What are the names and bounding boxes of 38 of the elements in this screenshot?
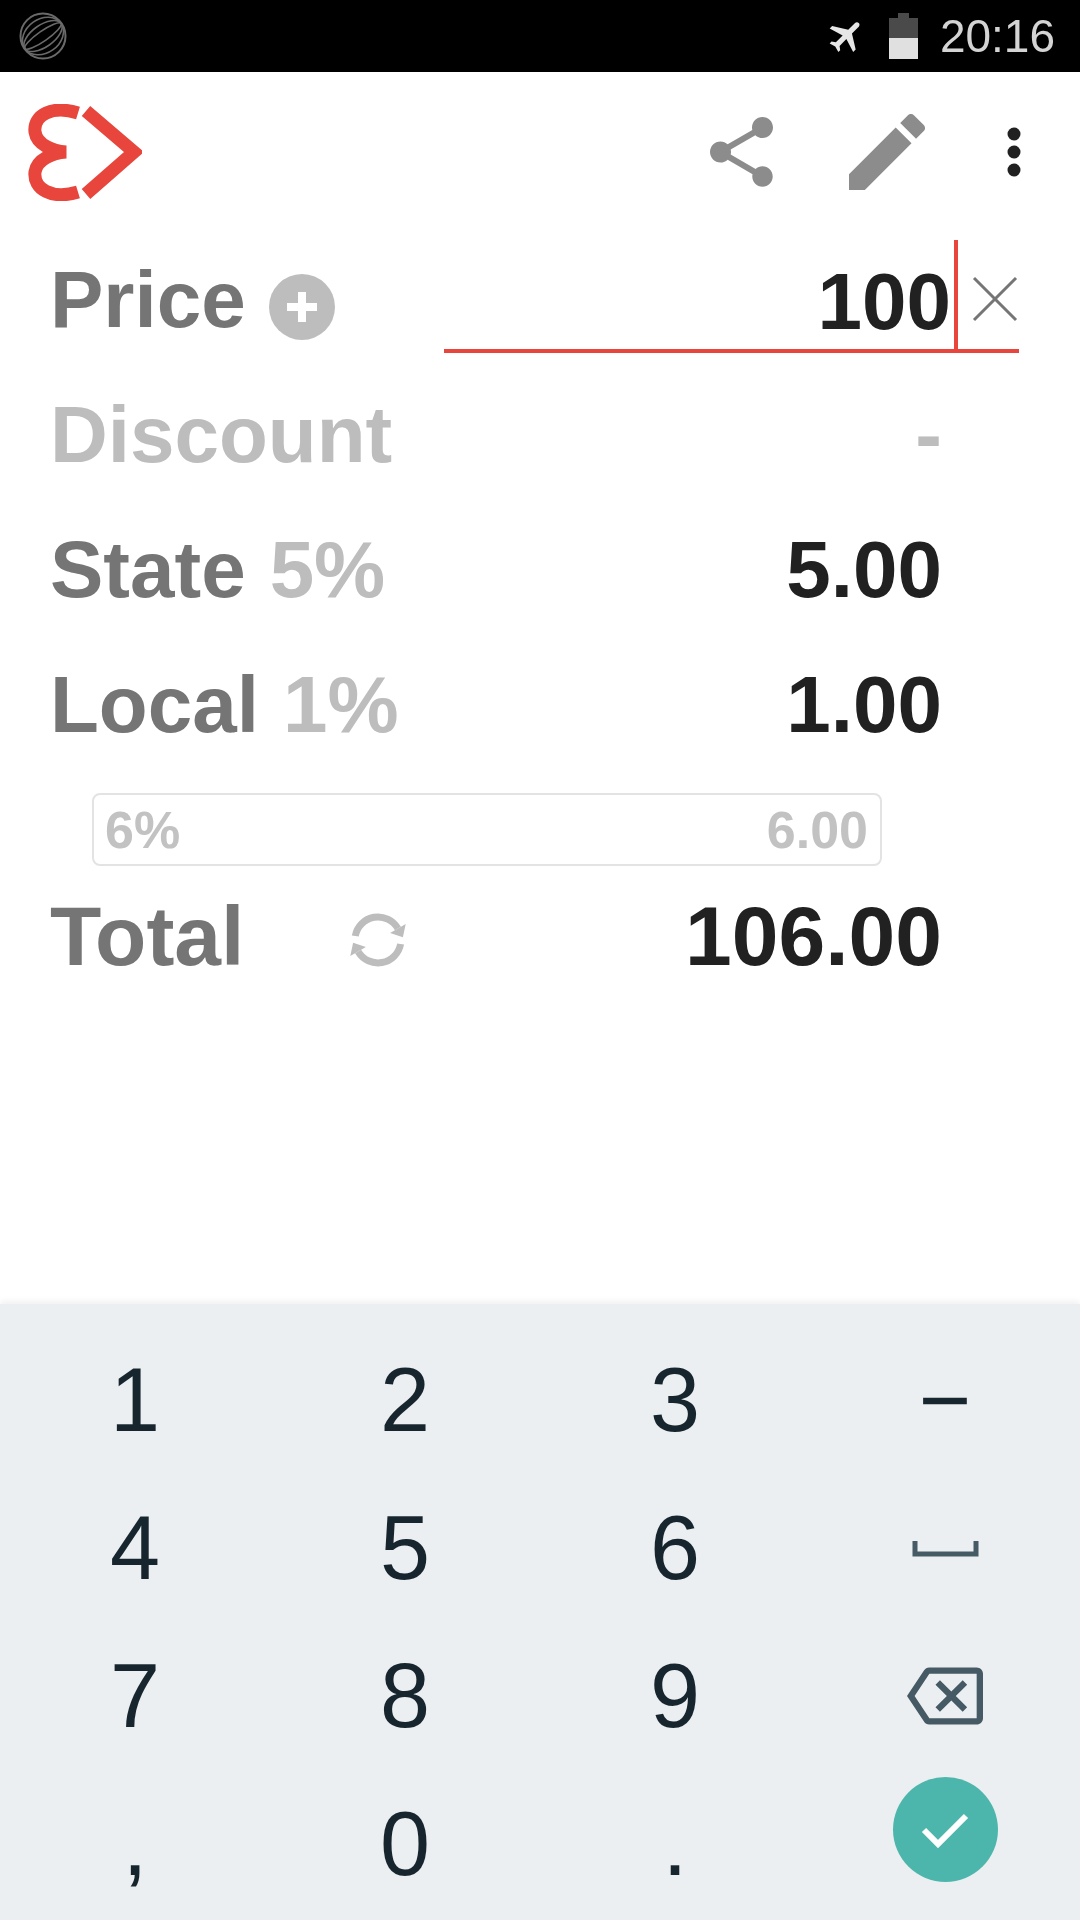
tax-value: 5.00: [786, 529, 942, 610]
price-label: Price: [50, 259, 246, 340]
summary-value: 6.00: [766, 803, 868, 856]
tax-label: Local: [50, 664, 259, 745]
tax-rate: 5%: [269, 529, 386, 610]
battery-icon: [888, 13, 918, 59]
backspace-icon[interactable]: [907, 1666, 983, 1726]
clear-icon[interactable]: [971, 275, 1019, 323]
summary-rate: 6%: [105, 803, 181, 856]
total-label: Total: [50, 894, 246, 978]
price-field[interactable]: 100: [444, 240, 1019, 353]
plus-icon[interactable]: [268, 273, 335, 340]
tax-label: State: [50, 529, 246, 610]
total-value: 106.00: [685, 894, 942, 978]
discount-value: -: [915, 394, 942, 475]
status-time: 20:16: [939, 13, 1055, 59]
keypad-key[interactable]: 9: [649, 1651, 701, 1741]
keypad-key[interactable]: .: [662, 1799, 688, 1889]
tax-rate: 1%: [282, 664, 399, 745]
keypad-key[interactable]: 2: [379, 1355, 431, 1445]
keypad-key[interactable]: 1: [109, 1355, 161, 1445]
keypad-key[interactable]: ,: [122, 1799, 148, 1889]
keypad-key[interactable]: 4: [109, 1503, 161, 1593]
more-icon[interactable]: [1007, 127, 1021, 177]
keypad-key[interactable]: 0: [379, 1799, 431, 1889]
tax-value: 1.00: [786, 664, 942, 745]
space-icon[interactable]: [911, 1539, 979, 1557]
keypad-key[interactable]: 3: [649, 1355, 701, 1445]
share-icon[interactable]: [710, 117, 773, 187]
keypad-key[interactable]: 6: [649, 1503, 701, 1593]
sphere-icon: [19, 11, 67, 61]
keypad-key[interactable]: 7: [109, 1651, 161, 1741]
discount-label: Discount: [50, 394, 393, 475]
keypad-key[interactable]: 5: [379, 1503, 431, 1593]
keypad-key[interactable]: −: [918, 1355, 972, 1445]
logo-icon: [26, 103, 142, 201]
pencil-icon[interactable]: [849, 114, 925, 190]
keypad-key[interactable]: 8: [379, 1651, 431, 1741]
